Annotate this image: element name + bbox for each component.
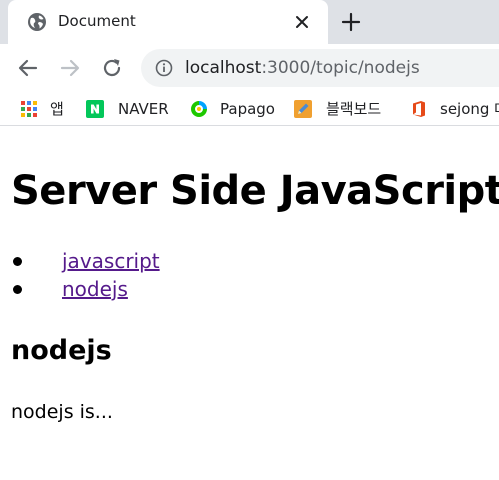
plus-icon[interactable]	[341, 12, 361, 32]
bookmark-apps[interactable]: 앱	[20, 98, 70, 120]
pencil-icon	[294, 100, 312, 118]
bookmark-papago[interactable]: Papago	[190, 98, 280, 120]
bookmark-label: NAVER	[118, 100, 169, 118]
reload-icon[interactable]	[100, 56, 124, 80]
page-content: Server Side JavaScript javascript nodejs…	[0, 127, 499, 480]
papago-icon	[191, 101, 207, 117]
arrow-right-icon[interactable]	[58, 56, 82, 80]
topic-list: javascript nodejs	[13, 247, 160, 303]
bookmarks-bar: 앱 NAVER Papago 블랙보드 sejong 대	[0, 92, 499, 126]
bookmark-label: 블랙보드	[326, 100, 382, 118]
list-item: nodejs	[13, 275, 160, 303]
url-text[interactable]: localhost:3000/topic/nodejs	[185, 58, 420, 78]
tab-document[interactable]: Document	[8, 0, 328, 44]
page-title: Server Side JavaScript	[11, 168, 499, 214]
bookmark-naver[interactable]: NAVER	[86, 98, 176, 120]
bookmark-blackboard[interactable]: 블랙보드	[294, 98, 394, 120]
url-host: localhost	[185, 58, 262, 78]
bookmark-label: 앱	[50, 100, 64, 118]
bookmark-label: Papago	[220, 100, 275, 118]
url-path: :3000/topic/nodejs	[261, 58, 420, 78]
topic-description: nodejs is...	[11, 401, 113, 423]
naver-icon	[86, 100, 104, 118]
info-icon[interactable]	[155, 59, 173, 77]
bookmark-label: sejong 대	[440, 100, 499, 118]
browser-toolbar: localhost:3000/topic/nodejs	[0, 44, 499, 92]
address-bar[interactable]: localhost:3000/topic/nodejs	[141, 49, 499, 87]
tab-strip: Document	[0, 0, 499, 44]
arrow-left-icon[interactable]	[16, 56, 40, 80]
close-icon[interactable]	[294, 14, 310, 30]
office-icon	[413, 101, 425, 117]
topic-link-nodejs[interactable]: nodejs	[62, 277, 128, 301]
topic-heading: nodejs	[11, 335, 112, 366]
apps-grid-icon	[21, 101, 37, 117]
globe-icon	[28, 13, 46, 31]
bookmark-sejong[interactable]: sejong 대	[410, 98, 499, 120]
list-item: javascript	[13, 247, 160, 275]
topic-link-javascript[interactable]: javascript	[62, 249, 160, 273]
tab-title: Document	[58, 12, 136, 30]
